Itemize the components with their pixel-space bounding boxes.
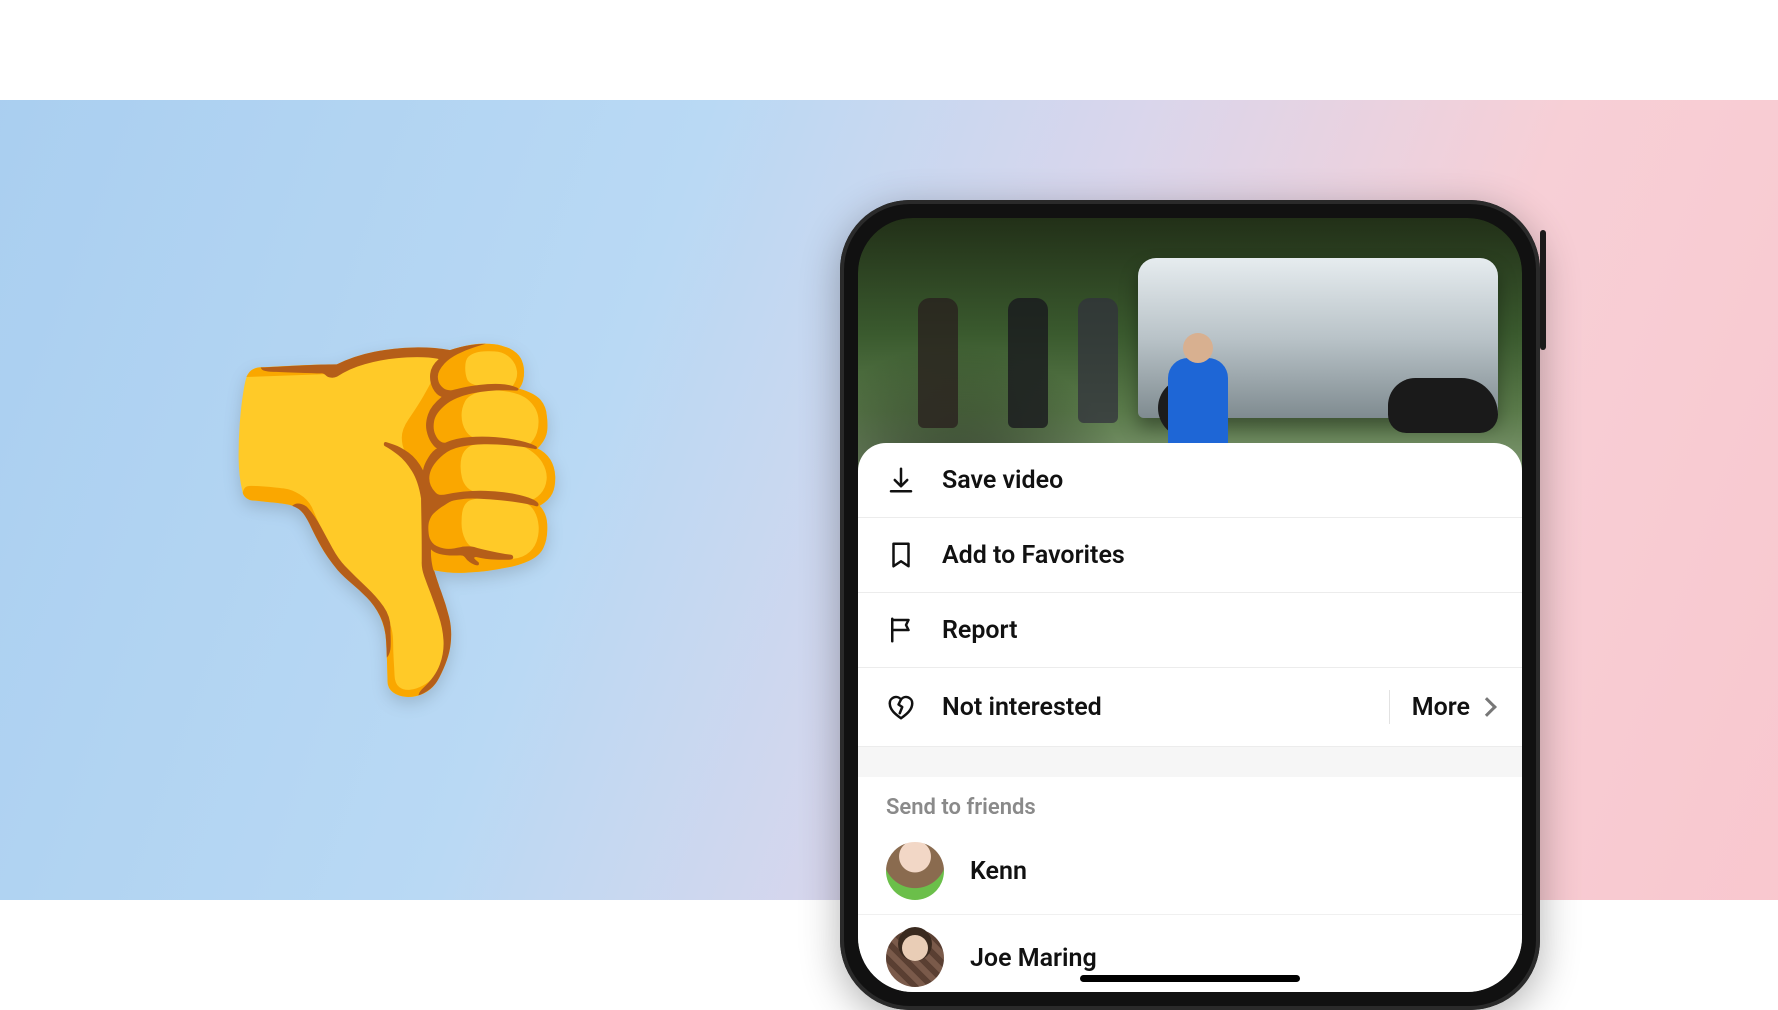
- add-favorites-label: Add to Favorites: [942, 541, 1125, 570]
- background-gradient: 👎: [0, 0, 1778, 1000]
- more-button[interactable]: More: [1412, 693, 1494, 722]
- more-label: More: [1412, 693, 1470, 722]
- broken-heart-icon: [886, 692, 916, 722]
- download-icon: [886, 465, 916, 495]
- thumbs-down-emoji: 👎: [180, 350, 603, 690]
- save-video-item[interactable]: Save video: [858, 443, 1522, 518]
- report-item[interactable]: Report: [858, 593, 1522, 668]
- bookmark-icon: [886, 540, 916, 570]
- send-to-friends-title: Send to friends: [858, 777, 1522, 828]
- letterbox-top: [0, 0, 1778, 100]
- vertical-divider: [1389, 690, 1390, 724]
- add-favorites-item[interactable]: Add to Favorites: [858, 518, 1522, 593]
- friend-name: Joe Maring: [970, 944, 1097, 973]
- avatar: [886, 842, 944, 900]
- section-gap: [858, 747, 1522, 777]
- phone-frame: Save video Add to Favorites: [840, 200, 1540, 1010]
- friend-name: Kenn: [970, 857, 1027, 886]
- not-interested-row: Not interested More: [858, 668, 1522, 747]
- report-label: Report: [942, 616, 1018, 645]
- friend-item-kenn[interactable]: Kenn: [858, 828, 1522, 915]
- phone-side-button: [1540, 230, 1546, 350]
- save-video-label: Save video: [942, 466, 1063, 495]
- chevron-right-icon: [1477, 697, 1497, 717]
- avatar: [886, 929, 944, 987]
- phone-screen: Save video Add to Favorites: [858, 218, 1522, 992]
- not-interested-label: Not interested: [942, 693, 1102, 722]
- not-interested-item[interactable]: Not interested: [886, 692, 1367, 722]
- home-indicator[interactable]: [1080, 975, 1300, 982]
- flag-icon: [886, 615, 916, 645]
- action-sheet: Save video Add to Favorites: [858, 443, 1522, 992]
